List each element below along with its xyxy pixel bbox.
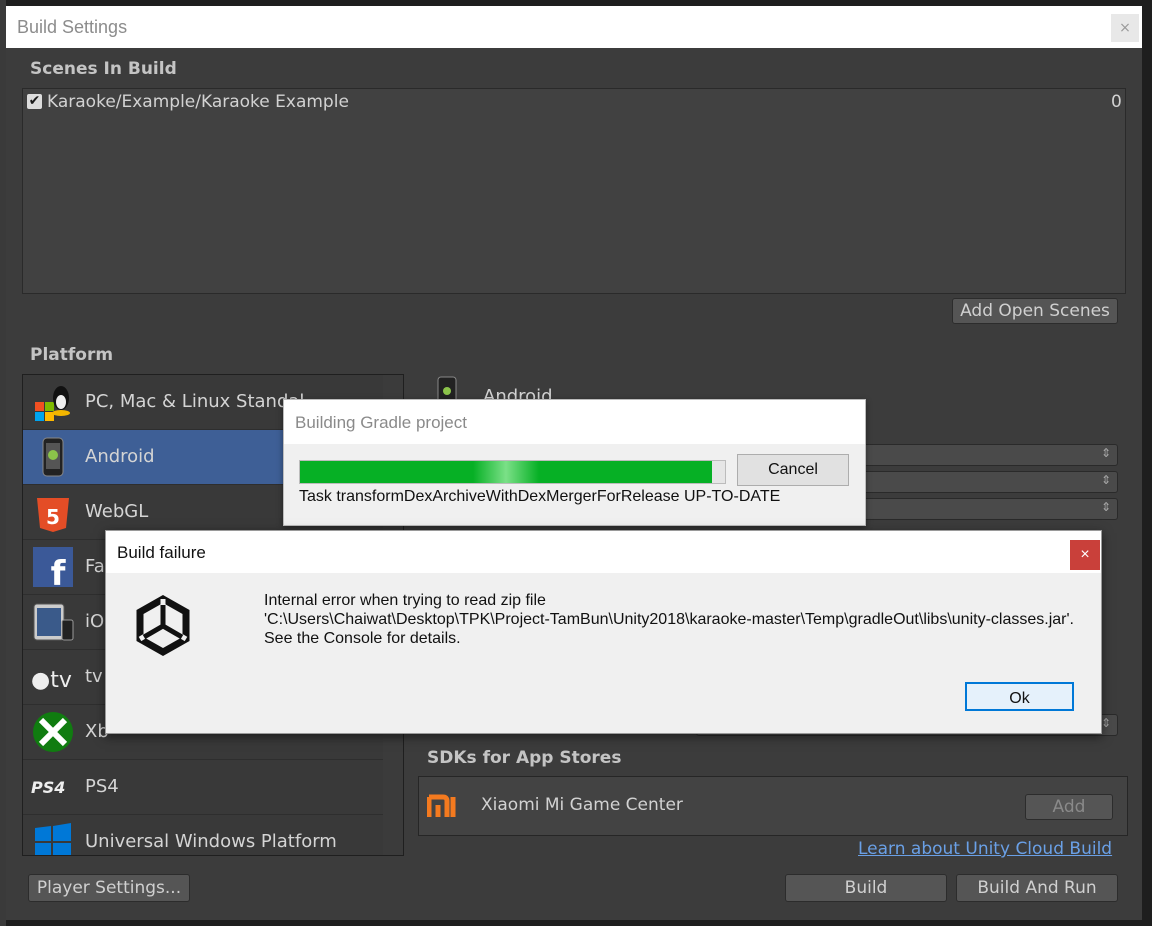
platform-label: tv [85,666,103,687]
svg-text:PS4: PS4 [31,778,65,797]
error-message: Internal error when trying to read zip f… [264,591,1074,648]
error-line-2: 'C:\Users\Chaiwat\Desktop\TPK\Project-Ta… [264,611,1074,628]
dialog-title: Building Gradle project [295,413,467,432]
platform-label: Android [85,446,155,467]
scene-path: Karaoke/Example/Karaoke Example [47,92,349,112]
ok-button[interactable]: Ok [965,682,1074,711]
scene-checkbox[interactable]: ✔ [27,94,42,109]
platform-label: Fa [85,556,105,577]
dialog-title-bar: Building Gradle project [284,400,865,444]
platform-label: PC, Mac & Linux Standal [85,391,305,412]
ps4-icon: PS4 [31,778,65,797]
platform-label: Universal Windows Platform [85,831,337,852]
player-settings-button[interactable]: Player Settings... [28,874,190,902]
svg-text:f: f [51,554,67,589]
window-title-bar: Build Settings × [6,6,1142,48]
dialog-close-button[interactable]: × [1070,540,1100,570]
sdk-add-button[interactable]: Add [1025,794,1113,820]
cloud-build-link[interactable]: Learn about Unity Cloud Build [858,839,1112,859]
add-open-scenes-button[interactable]: Add Open Scenes [952,298,1118,324]
unity-logo-icon [136,595,190,657]
sdks-header: SDKs for App Stores [427,748,622,768]
windows-icon [35,823,71,855]
window-title: Build Settings [17,17,128,37]
platform-item-ps4[interactable]: PS4 PS4 [23,760,383,814]
error-line-3: See the Console for details. [264,630,461,647]
build-button[interactable]: Build [785,874,947,902]
xbox-icon [33,712,73,752]
build-and-run-button[interactable]: Build And Run [956,874,1118,902]
svg-text:●tv: ●tv [31,668,72,693]
svg-text:5: 5 [46,505,60,529]
scenes-list: ✔ Karaoke/Example/Karaoke Example 0 [22,88,1126,294]
dialog-title: Build failure [117,543,206,562]
build-failure-dialog: Build failure × Internal error when tryi… [105,530,1102,734]
dialog-title-bar: Build failure × [106,531,1101,573]
ios-icon [33,603,74,641]
gradle-progress-dialog: Building Gradle project Cancel Task tran… [283,399,866,526]
platform-label: PS4 [85,776,119,797]
apple-tv-icon: ●tv [31,668,72,693]
scene-index: 0 [1111,92,1122,112]
task-status: Task transformDexArchiveWithDexMergerFor… [299,488,781,505]
platform-header: Platform [30,345,114,365]
progress-fill [300,461,712,483]
error-line-1: Internal error when trying to read zip f… [264,592,546,609]
platform-label: iO [85,611,105,632]
cancel-button[interactable]: Cancel [737,454,849,486]
sdk-item-label: Xiaomi Mi Game Center [481,795,683,815]
platform-item-uwp[interactable]: Universal Windows Platform [23,815,383,855]
html5-icon: 5 [37,498,69,532]
xiaomi-icon [427,794,456,817]
android-icon [42,437,64,477]
progress-bar [299,460,726,484]
scene-row[interactable]: ✔ Karaoke/Example/Karaoke Example 0 [23,89,1125,115]
sdk-box: Xiaomi Mi Game Center Add [418,776,1128,836]
scenes-header: Scenes In Build [30,59,177,79]
platform-label: WebGL [85,501,149,522]
pc-mac-linux-icon [35,386,70,421]
window-close-button[interactable]: × [1111,14,1139,42]
facebook-icon: f [33,547,73,589]
